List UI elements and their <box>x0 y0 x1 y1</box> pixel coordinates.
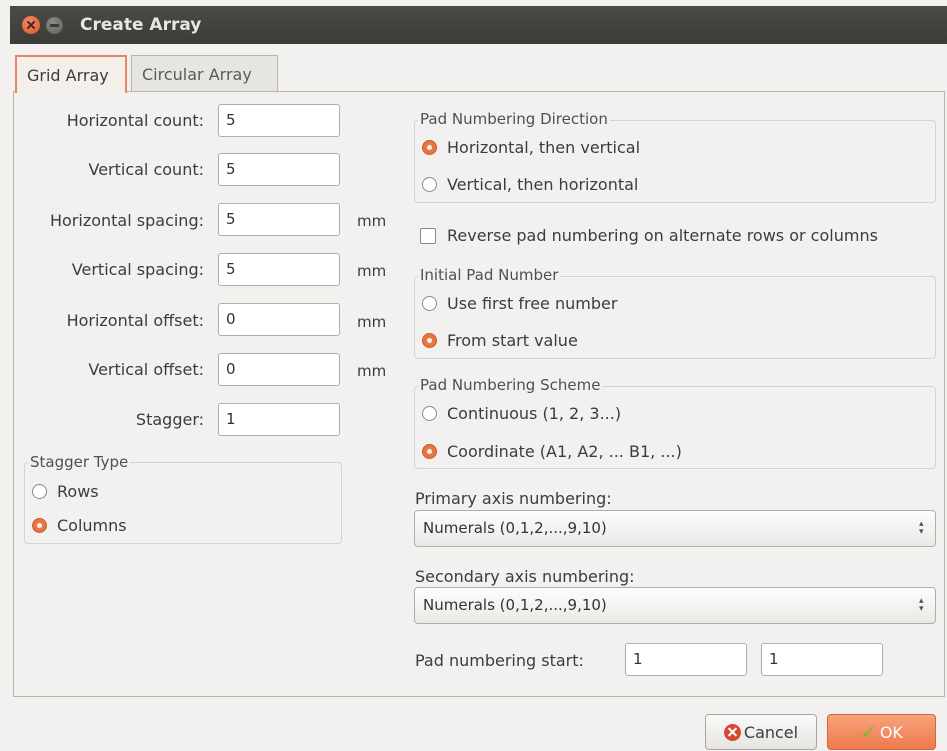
ok-button[interactable]: ✓ OK <box>827 714 936 750</box>
radio-button-selected[interactable] <box>422 140 437 155</box>
tab-circular-array[interactable]: Circular Array <box>131 55 278 92</box>
stagger-columns-label: Columns <box>57 516 127 535</box>
horizontal-spacing-unit: mm <box>357 212 387 230</box>
checkmark-icon: ✓ <box>860 720 877 744</box>
vertical-spacing-label: Vertical spacing: <box>71 260 204 279</box>
vertical-count-label: Vertical count: <box>88 160 204 179</box>
vertical-spacing-unit: mm <box>357 262 387 280</box>
secondary-axis-label: Secondary axis numbering: <box>415 567 635 586</box>
horizontal-spacing-label: Horizontal spacing: <box>49 211 204 230</box>
horizontal-then-vertical-label: Horizontal, then vertical <box>447 138 641 157</box>
stagger-columns-option[interactable]: Columns <box>32 516 127 535</box>
spinner-arrows-icon: ▴ ▾ <box>919 519 924 537</box>
reverse-numbering-option[interactable]: Reverse pad numbering on alternate rows … <box>420 226 878 245</box>
pad-numbering-start-primary-input[interactable]: 1 <box>625 643 747 676</box>
vertical-offset-unit: mm <box>357 362 387 380</box>
close-window-icon[interactable] <box>22 16 40 34</box>
horizontal-offset-unit: mm <box>357 313 387 331</box>
horizontal-offset-input[interactable]: 0 <box>218 303 340 336</box>
title-bar: Create Array <box>10 6 947 44</box>
secondary-axis-select[interactable]: Numerals (0,1,2,...,9,10) ▴ ▾ <box>414 587 936 624</box>
use-first-free-label: Use first free number <box>447 294 618 313</box>
coordinate-option[interactable]: Coordinate (A1, A2, ... B1, ...) <box>422 442 682 461</box>
reverse-numbering-label: Reverse pad numbering on alternate rows … <box>447 226 878 245</box>
vertical-offset-label: Vertical offset: <box>88 360 204 379</box>
primary-axis-select[interactable]: Numerals (0,1,2,...,9,10) ▴ ▾ <box>414 510 936 547</box>
radio-button[interactable] <box>422 406 437 421</box>
horizontal-offset-label: Horizontal offset: <box>66 311 204 330</box>
pad-numbering-start-secondary-input[interactable]: 1 <box>761 643 883 676</box>
ok-button-label: OK <box>879 722 903 742</box>
stagger-rows-option[interactable]: Rows <box>32 482 99 501</box>
cancel-button[interactable]: Cancel <box>705 714 817 750</box>
radio-button-selected[interactable] <box>422 444 437 459</box>
continuous-label: Continuous (1, 2, 3...) <box>447 404 622 423</box>
from-start-value-option[interactable]: From start value <box>422 331 578 350</box>
secondary-axis-value: Numerals (0,1,2,...,9,10) <box>423 596 607 614</box>
tab-grid-array[interactable]: Grid Array <box>15 55 127 93</box>
continuous-option[interactable]: Continuous (1, 2, 3...) <box>422 404 621 423</box>
radio-button-selected[interactable] <box>32 518 47 533</box>
pad-numbering-scheme-title: Pad Numbering Scheme <box>418 376 603 394</box>
stagger-rows-label: Rows <box>57 482 99 501</box>
vertical-spacing-input[interactable]: 5 <box>218 253 340 286</box>
primary-axis-value: Numerals (0,1,2,...,9,10) <box>423 519 607 537</box>
horizontal-count-label: Horizontal count: <box>66 111 204 130</box>
cancel-button-label: Cancel <box>743 722 799 742</box>
radio-button[interactable] <box>422 177 437 192</box>
initial-pad-number-title: Initial Pad Number <box>418 266 561 284</box>
pad-numbering-direction-title: Pad Numbering Direction <box>418 110 610 128</box>
radio-button[interactable] <box>32 484 47 499</box>
coordinate-label: Coordinate (A1, A2, ... B1, ...) <box>447 442 682 461</box>
from-start-value-label: From start value <box>447 331 578 350</box>
vertical-offset-input[interactable]: 0 <box>218 353 340 386</box>
stagger-input[interactable]: 1 <box>218 403 340 436</box>
stagger-type-title: Stagger Type <box>28 453 131 471</box>
reverse-numbering-checkbox[interactable] <box>420 227 436 244</box>
radio-button-selected[interactable] <box>422 333 437 348</box>
stagger-label: Stagger: <box>135 410 204 429</box>
spinner-arrows-icon: ▴ ▾ <box>919 596 924 614</box>
primary-axis-label: Primary axis numbering: <box>415 489 612 508</box>
radio-button[interactable] <box>422 296 437 311</box>
horizontal-then-vertical-option[interactable]: Horizontal, then vertical <box>422 138 640 157</box>
cancel-icon <box>723 723 741 741</box>
use-first-free-option[interactable]: Use first free number <box>422 294 617 313</box>
horizontal-count-input[interactable]: 5 <box>218 104 340 137</box>
horizontal-spacing-input[interactable]: 5 <box>218 203 340 236</box>
minimize-window-icon[interactable] <box>46 16 63 34</box>
vertical-then-horizontal-label: Vertical, then horizontal <box>447 175 639 194</box>
vertical-then-horizontal-option[interactable]: Vertical, then horizontal <box>422 175 638 194</box>
window-title: Create Array <box>80 15 202 35</box>
pad-numbering-start-label: Pad numbering start: <box>415 651 584 670</box>
vertical-count-input[interactable]: 5 <box>218 153 340 186</box>
